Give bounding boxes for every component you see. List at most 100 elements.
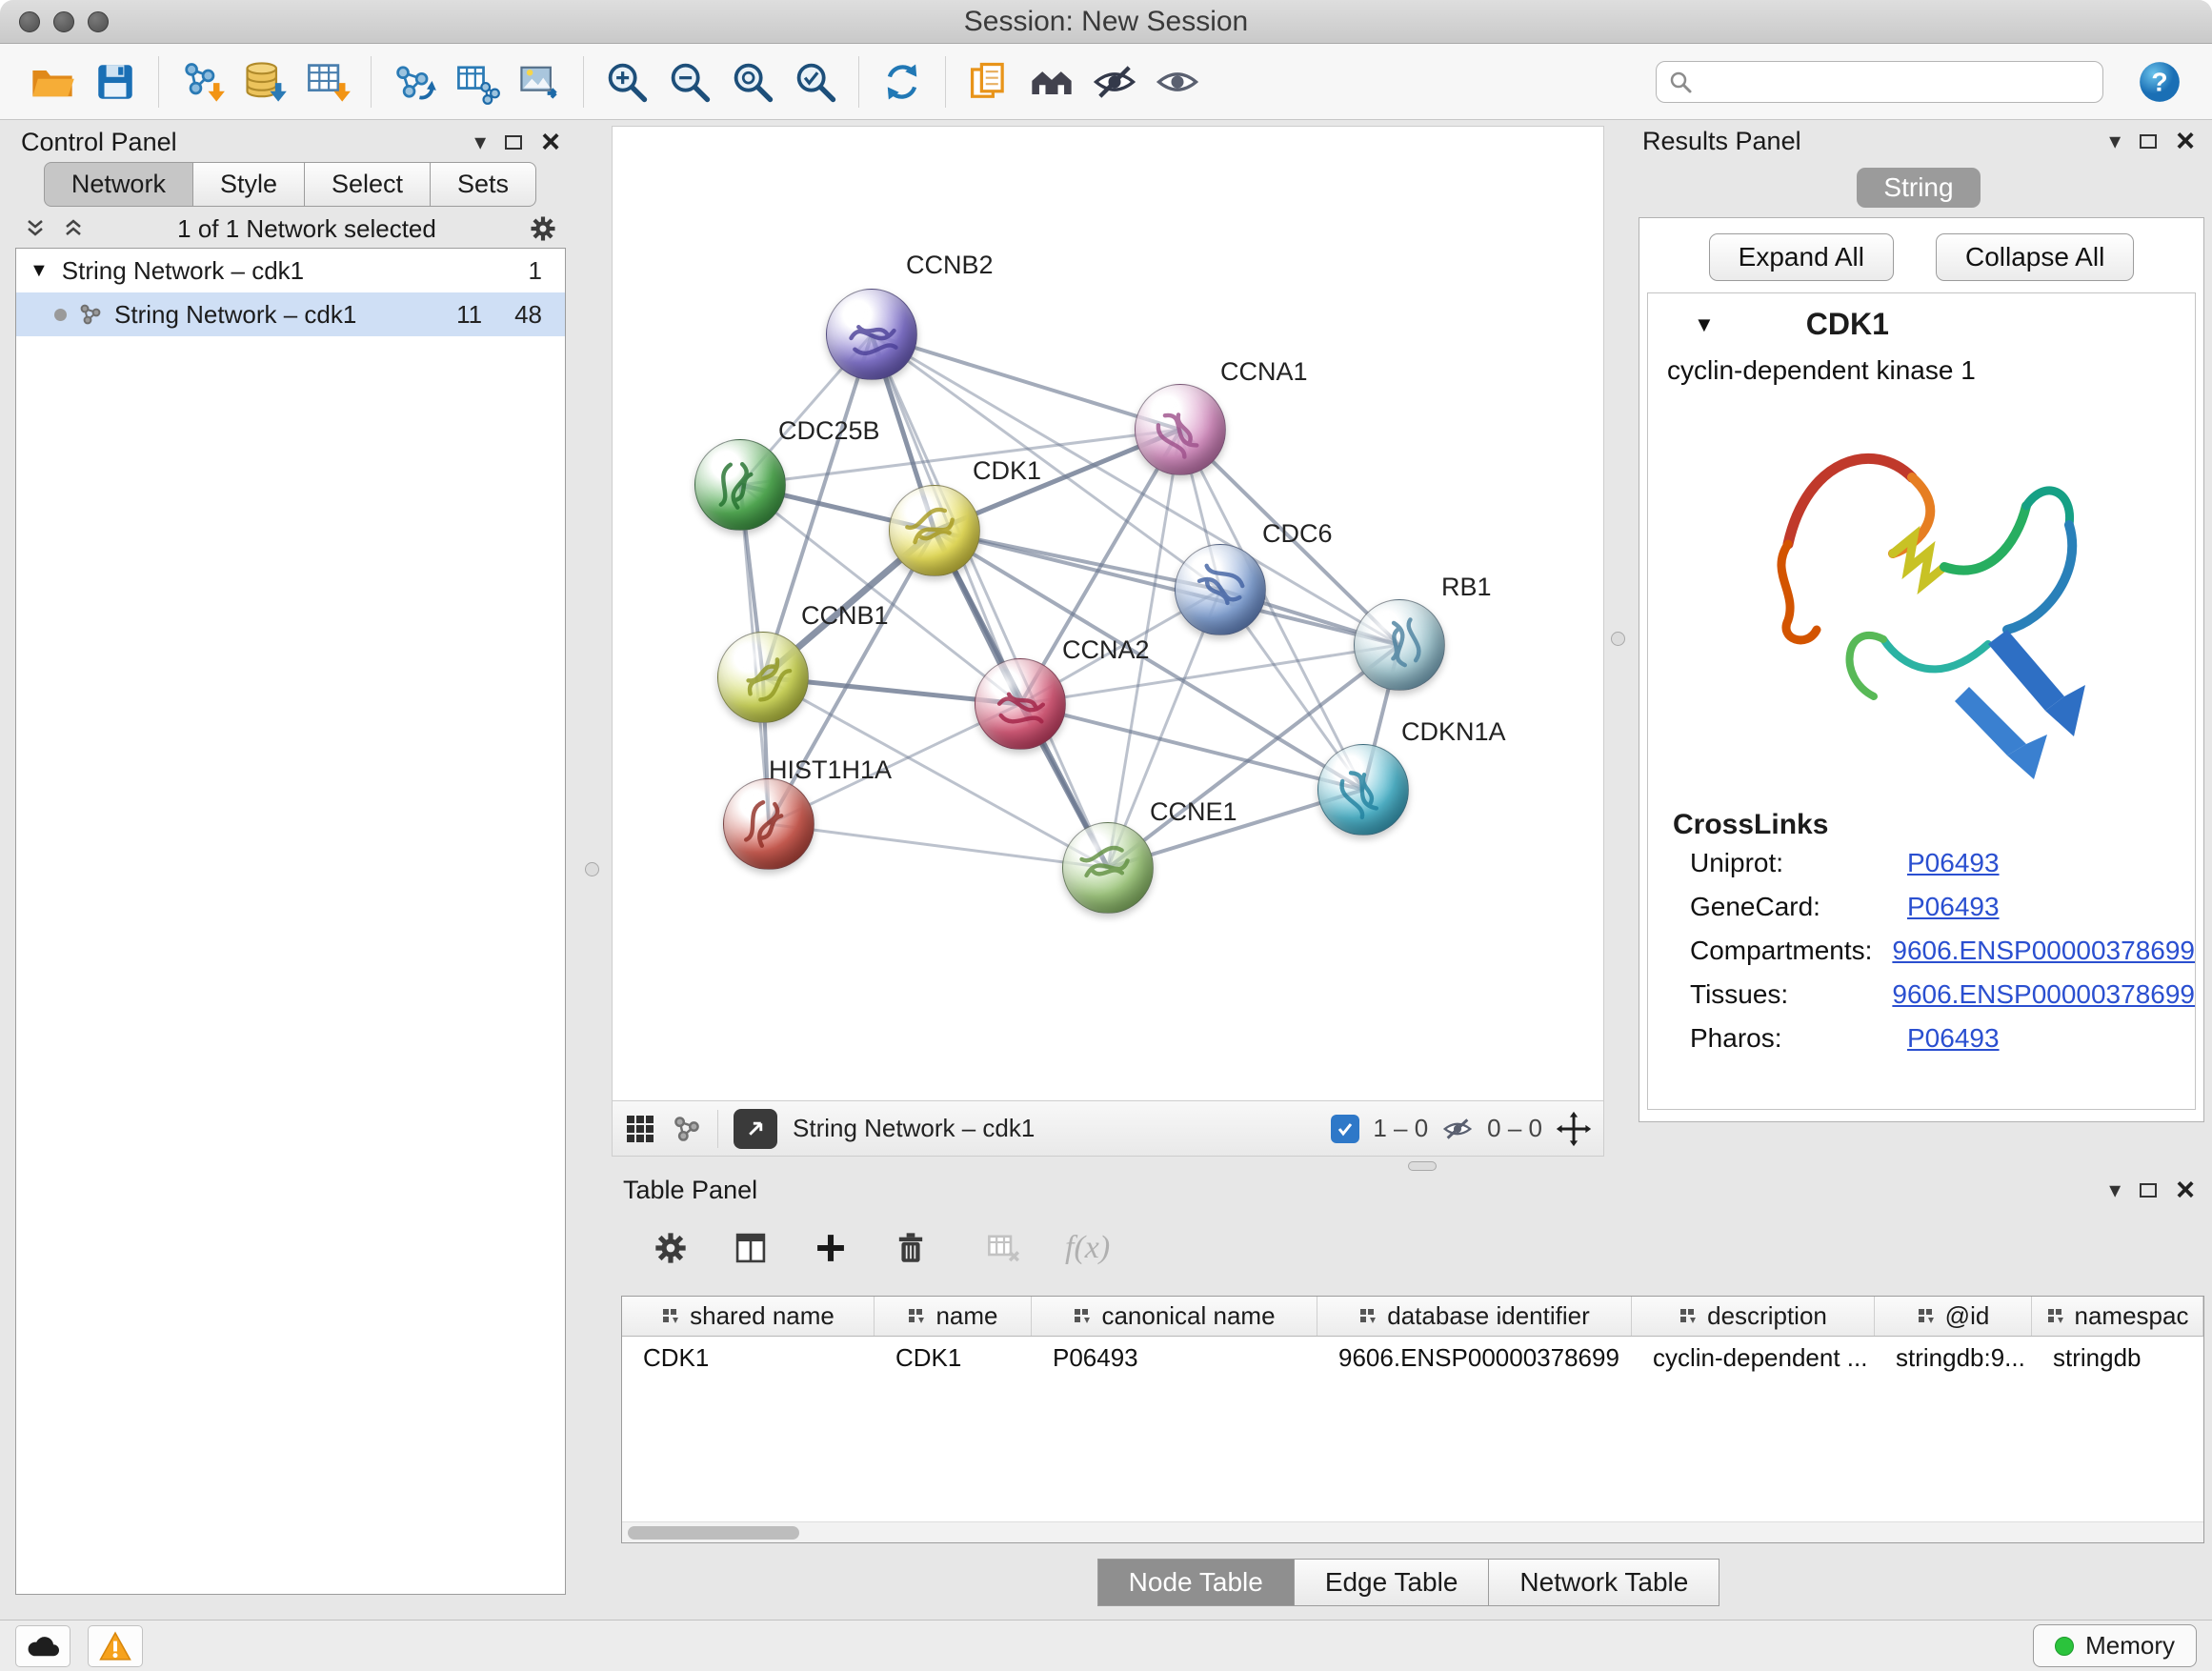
new-network-from-table-button[interactable] bbox=[446, 50, 509, 113]
network-overview-icon[interactable] bbox=[672, 1114, 702, 1144]
zoom-in-button[interactable] bbox=[595, 50, 658, 113]
compartments-link[interactable]: 9606.ENSP00000378699 bbox=[1892, 936, 2195, 966]
network-node-label: CCNE1 bbox=[1150, 797, 1237, 827]
table-panel: Table Panel ▾ × bbox=[606, 1174, 2212, 1621]
tab-select[interactable]: Select bbox=[304, 162, 431, 207]
column-header[interactable]: canonical name bbox=[1032, 1297, 1317, 1336]
network-arrow-icon bbox=[391, 58, 438, 106]
table-float-icon[interactable] bbox=[2140, 1183, 2157, 1198]
network-node-ccna1[interactable] bbox=[1135, 384, 1226, 475]
tissues-link[interactable]: 9606.ENSP00000378699 bbox=[1892, 979, 2195, 1010]
chevrons-up-icon[interactable] bbox=[61, 216, 86, 241]
panel-close-icon[interactable]: × bbox=[541, 132, 560, 151]
refresh-view-button[interactable] bbox=[871, 50, 934, 113]
chevrons-down-icon[interactable] bbox=[23, 216, 48, 241]
cloud-status-button[interactable] bbox=[15, 1625, 70, 1667]
uniprot-link[interactable]: P06493 bbox=[1907, 848, 2000, 878]
save-session-button[interactable] bbox=[84, 50, 147, 113]
panel-float-icon[interactable] bbox=[505, 135, 522, 150]
new-network-button[interactable] bbox=[383, 50, 446, 113]
tab-node-table[interactable]: Node Table bbox=[1097, 1559, 1295, 1606]
warnings-button[interactable] bbox=[88, 1625, 143, 1667]
results-float-icon[interactable] bbox=[2140, 134, 2157, 149]
tab-network-table[interactable]: Network Table bbox=[1488, 1559, 1719, 1606]
network-options-gear-icon[interactable] bbox=[528, 213, 558, 244]
toolbar-search[interactable] bbox=[1656, 61, 2103, 103]
column-header[interactable]: name bbox=[875, 1297, 1032, 1336]
bottom-splitter-handle[interactable] bbox=[1408, 1161, 1437, 1171]
table-options-gear-icon[interactable] bbox=[652, 1229, 690, 1267]
memory-button[interactable]: Memory bbox=[2033, 1624, 2197, 1667]
tab-network[interactable]: Network bbox=[44, 162, 193, 207]
table-row[interactable]: CDK1 CDK1 P06493 9606.ENSP00000378699 cy… bbox=[622, 1337, 2203, 1379]
network-canvas[interactable]: CCNB2CCNA1CDC25BCDK1CDC6RB1CCNB1CCNA2CDK… bbox=[612, 126, 1604, 1101]
graphics-details-button[interactable] bbox=[1020, 50, 1083, 113]
column-sort-icon bbox=[661, 1307, 680, 1326]
tab-style[interactable]: Style bbox=[192, 162, 305, 207]
right-splitter-handle[interactable] bbox=[1611, 632, 1625, 646]
pan-crosshair-icon[interactable] bbox=[1556, 1111, 1592, 1147]
function-builder-icon: f(x) bbox=[1065, 1230, 1110, 1266]
network-collection-row[interactable]: ▼ String Network – cdk1 1 bbox=[16, 249, 565, 292]
show-columns-icon[interactable] bbox=[732, 1229, 770, 1267]
open-session-button[interactable] bbox=[21, 50, 84, 113]
network-node-hist1h1a[interactable] bbox=[723, 778, 814, 870]
open-in-new-window-button[interactable] bbox=[734, 1109, 777, 1149]
scrollbar-thumb[interactable] bbox=[628, 1526, 799, 1540]
search-input[interactable] bbox=[1702, 66, 2091, 97]
zoom-fit-icon bbox=[729, 58, 776, 106]
column-header[interactable]: shared name bbox=[622, 1297, 875, 1336]
column-header[interactable]: @id bbox=[1875, 1297, 2032, 1336]
birdseye-grid-icon[interactable] bbox=[624, 1113, 656, 1145]
expand-all-button[interactable]: Expand All bbox=[1709, 233, 1894, 281]
tab-edge-table[interactable]: Edge Table bbox=[1294, 1559, 1490, 1606]
collapse-all-button[interactable]: Collapse All bbox=[1936, 233, 2134, 281]
show-all-button[interactable] bbox=[1146, 50, 1209, 113]
network-node-ccna2[interactable] bbox=[975, 658, 1066, 750]
network-node-ccnb1[interactable] bbox=[717, 632, 809, 723]
crosslink-label: Pharos: bbox=[1690, 1023, 1907, 1054]
table-collapse-icon[interactable]: ▾ bbox=[2109, 1177, 2121, 1204]
export-image-button[interactable] bbox=[509, 50, 572, 113]
network-node-ccnb2[interactable] bbox=[826, 289, 917, 380]
table-panel-title: Table Panel bbox=[623, 1176, 757, 1205]
network-node-cdc6[interactable] bbox=[1175, 544, 1266, 635]
import-table-from-file-button[interactable] bbox=[296, 50, 359, 113]
add-column-icon[interactable] bbox=[812, 1229, 850, 1267]
network-row-selected[interactable]: String Network – cdk1 11 48 bbox=[16, 292, 565, 336]
genecard-link[interactable]: P06493 bbox=[1907, 892, 2000, 922]
network-node-rb1[interactable] bbox=[1354, 599, 1445, 691]
clone-network-button[interactable] bbox=[957, 50, 1020, 113]
table-close-icon[interactable]: × bbox=[2176, 1180, 2195, 1199]
network-view-toolbar: String Network – cdk1 1 – 0 0 – 0 bbox=[612, 1101, 1604, 1157]
network-node-cdc25b[interactable] bbox=[694, 439, 786, 531]
column-header[interactable]: database identifier bbox=[1317, 1297, 1632, 1336]
collapse-triangle-icon[interactable]: ▼ bbox=[30, 260, 49, 282]
network-node-cdkn1a[interactable] bbox=[1317, 744, 1409, 836]
column-header[interactable]: namespac bbox=[2032, 1297, 2203, 1336]
network-node-ccne1[interactable] bbox=[1062, 822, 1154, 914]
tab-sets[interactable]: Sets bbox=[430, 162, 536, 207]
protein-collapse-triangle-icon[interactable]: ▼ bbox=[1694, 312, 1715, 337]
protein-structure-image bbox=[1731, 401, 2112, 801]
help-button[interactable]: ? bbox=[2128, 50, 2191, 113]
network-node-label: HIST1H1A bbox=[769, 755, 892, 785]
string-tab[interactable]: String bbox=[1857, 168, 1980, 208]
network-node-cdk1[interactable] bbox=[889, 485, 980, 576]
delete-column-icon[interactable] bbox=[892, 1229, 930, 1267]
panel-collapse-icon[interactable]: ▾ bbox=[474, 129, 486, 156]
results-collapse-icon[interactable]: ▾ bbox=[2109, 128, 2121, 155]
table-horizontal-scrollbar[interactable] bbox=[622, 1521, 2203, 1542]
zoom-fit-button[interactable] bbox=[721, 50, 784, 113]
column-header[interactable]: description bbox=[1632, 1297, 1875, 1336]
zoom-selected-button[interactable] bbox=[784, 50, 847, 113]
status-bar: Memory bbox=[0, 1620, 2212, 1671]
selected-checkbox-icon[interactable] bbox=[1331, 1115, 1359, 1143]
hide-selected-button[interactable] bbox=[1083, 50, 1146, 113]
import-network-from-database-button[interactable] bbox=[233, 50, 296, 113]
import-network-from-file-button[interactable] bbox=[171, 50, 233, 113]
results-close-icon[interactable]: × bbox=[2176, 131, 2195, 151]
left-splitter-handle[interactable] bbox=[585, 862, 599, 876]
zoom-out-button[interactable] bbox=[658, 50, 721, 113]
pharos-link[interactable]: P06493 bbox=[1907, 1023, 2000, 1054]
